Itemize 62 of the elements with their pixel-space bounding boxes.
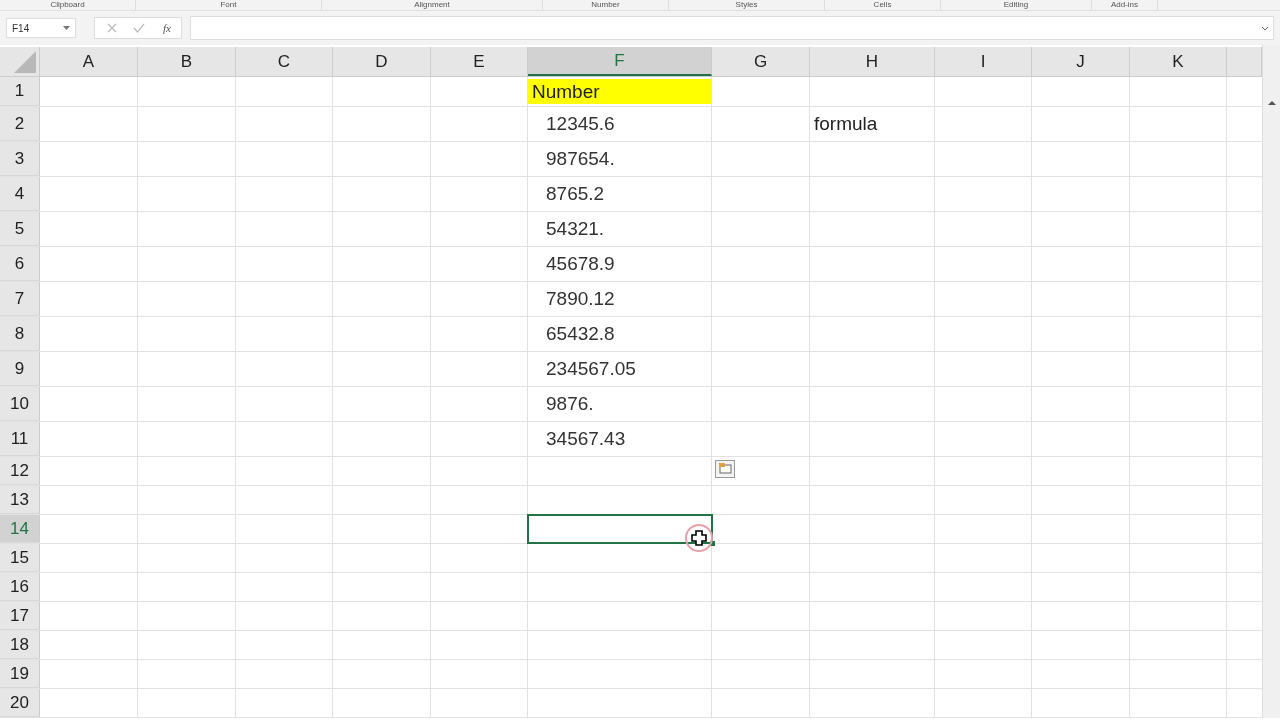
column-header[interactable]: A [40, 47, 138, 76]
scroll-up-icon[interactable] [1266, 99, 1277, 107]
row-header[interactable]: 15 [0, 544, 40, 572]
table-cell-text: formula [813, 112, 879, 136]
row-header[interactable]: 12 [0, 457, 40, 485]
column-header[interactable]: J [1032, 47, 1130, 76]
ribbon-group-label: Number [591, 0, 620, 9]
table-cell-text: 234567.05 [545, 357, 637, 381]
ribbon-group-label: Clipboard [50, 0, 85, 9]
row-header[interactable]: 10 [0, 387, 40, 421]
expand-icon [1261, 25, 1269, 31]
column-header[interactable]: C [236, 47, 333, 76]
row-header[interactable]: 19 [0, 660, 40, 688]
row-header[interactable]: 3 [0, 142, 40, 176]
row-header[interactable]: 1 [0, 77, 40, 106]
check-icon[interactable] [133, 23, 145, 33]
row-header[interactable]: 13 [0, 486, 40, 514]
table-cell-text: 34567.43 [545, 427, 627, 451]
column-header[interactable]: I [935, 47, 1032, 76]
dropdown-icon [63, 26, 70, 30]
table-cell-text: 8765.2 [545, 182, 606, 206]
column-header[interactable]: H [810, 47, 935, 76]
row-header[interactable]: 20 [0, 689, 40, 717]
ribbon-group-label: Add-ins [1110, 0, 1139, 9]
table-cell: Number [528, 79, 712, 104]
column-header[interactable]: F [528, 47, 712, 76]
table-cell-text: 7890.12 [545, 287, 616, 311]
table-cell-text: 9876. [545, 392, 595, 416]
formula-input[interactable] [189, 16, 1274, 40]
row-header[interactable]: 16 [0, 573, 40, 601]
ribbon-group-label: Font [220, 0, 237, 9]
row-header[interactable]: 5 [0, 212, 40, 246]
row-header[interactable]: 2 [0, 107, 40, 141]
column-header[interactable]: D [333, 47, 431, 76]
column-header[interactable]: G [712, 47, 810, 76]
row-header[interactable]: 14 [0, 515, 40, 543]
ribbon-group-label: Alignment [414, 0, 450, 9]
vertical-scrollbar[interactable] [1262, 45, 1280, 718]
row-header[interactable]: 7 [0, 282, 40, 316]
row-header[interactable]: 4 [0, 177, 40, 211]
column-header[interactable]: B [138, 47, 236, 76]
row-header[interactable]: 9 [0, 352, 40, 386]
name-box[interactable]: F14 [6, 18, 76, 38]
table-cell-text: 45678.9 [545, 252, 616, 276]
paste-options-icon[interactable] [715, 460, 735, 478]
ribbon-group-label: Styles [735, 0, 758, 9]
cancel-icon[interactable] [107, 23, 117, 33]
selected-cell[interactable] [527, 514, 713, 544]
cursor-icon [684, 523, 714, 553]
row-header[interactable]: 8 [0, 317, 40, 351]
table-cell-text: 987654. [545, 147, 616, 171]
row-header[interactable]: 6 [0, 247, 40, 281]
ribbon-group-label: Editing [1003, 0, 1029, 9]
row-header[interactable]: 17 [0, 602, 40, 630]
insert-function-button[interactable]: fx [161, 22, 173, 34]
row-header[interactable]: 18 [0, 631, 40, 659]
ribbon-group-label: Cells [873, 0, 892, 9]
table-cell-text: 54321. [545, 217, 606, 241]
table-cell-text: 12345.6 [545, 112, 616, 136]
column-header[interactable]: K [1130, 47, 1227, 76]
row-header[interactable]: 11 [0, 422, 40, 456]
table-cell-text: 65432.8 [545, 322, 616, 346]
